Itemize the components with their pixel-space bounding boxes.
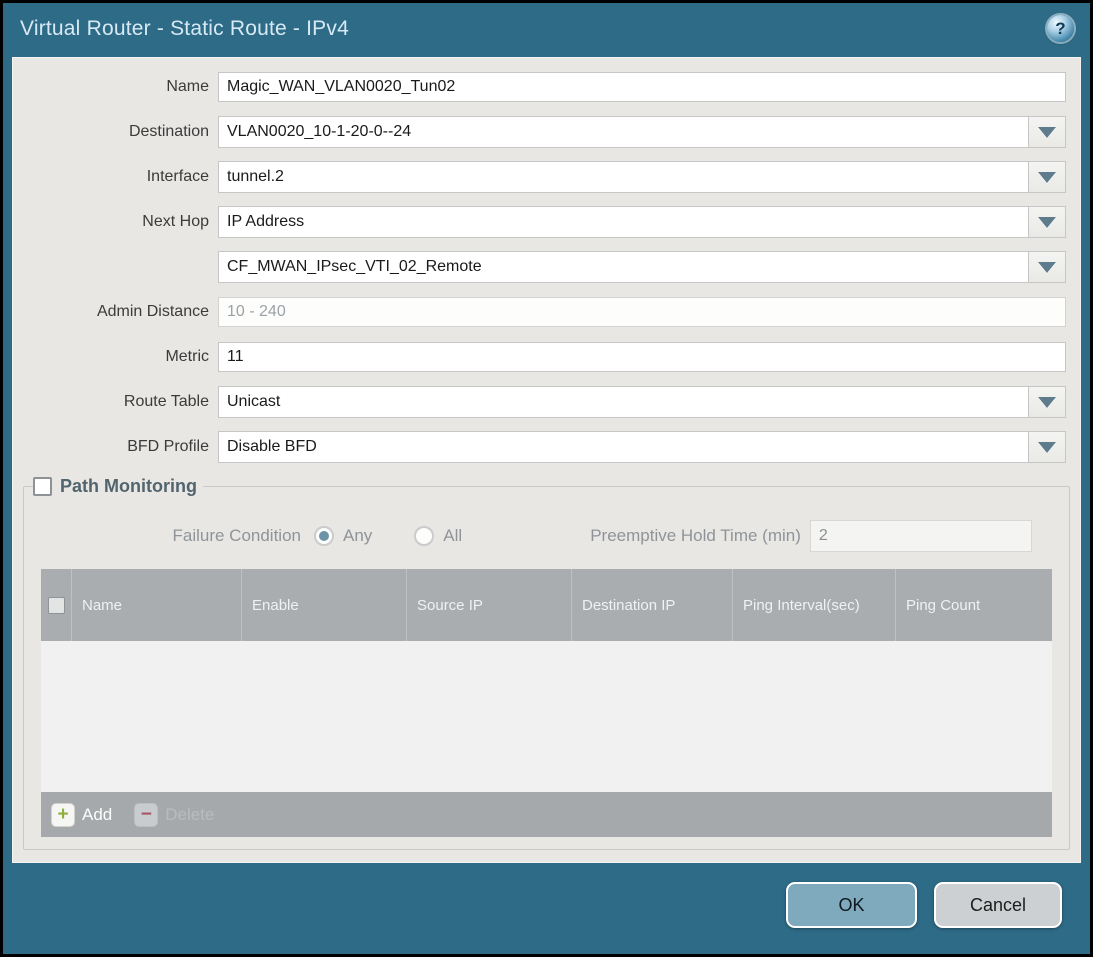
delete-button-label: Delete — [165, 805, 214, 825]
destination-dropdown-button[interactable] — [1029, 116, 1066, 148]
failure-condition-row: Failure Condition Any All Preemptive Hol… — [33, 519, 1060, 553]
path-monitoring-table: Name Enable Source IP Destination IP Pin… — [41, 569, 1052, 837]
path-monitoring-checkbox[interactable] — [33, 477, 52, 496]
bfd-profile-value[interactable]: Disable BFD — [218, 431, 1029, 463]
next-hop-type-value[interactable]: IP Address — [218, 206, 1029, 238]
chevron-down-icon — [1038, 262, 1056, 273]
interface-dropdown-button[interactable] — [1029, 161, 1066, 193]
next-hop-address-dropdown-button[interactable] — [1029, 251, 1066, 283]
destination-row: Destination VLAN0020_10-1-20-0--24 — [13, 116, 1066, 148]
next-hop-type-select[interactable]: IP Address — [218, 206, 1066, 238]
chevron-down-icon — [1038, 127, 1056, 138]
path-monitoring-section: Path Monitoring Failure Condition Any Al… — [23, 476, 1070, 850]
admin-distance-row: Admin Distance — [13, 296, 1066, 328]
add-button[interactable]: + Add — [51, 803, 112, 827]
destination-select[interactable]: VLAN0020_10-1-20-0--24 — [218, 116, 1066, 148]
failure-condition-label: Failure Condition — [33, 526, 301, 546]
failure-condition-all-radio[interactable] — [414, 526, 434, 546]
failure-condition-any-radio[interactable] — [314, 526, 334, 546]
route-table-label: Route Table — [13, 393, 218, 411]
table-toolbar: + Add − Delete — [41, 792, 1052, 837]
bfd-profile-row: BFD Profile Disable BFD — [13, 431, 1066, 463]
table-header: Name Enable Source IP Destination IP Pin… — [41, 569, 1052, 641]
help-icon[interactable]: ? — [1047, 15, 1074, 42]
chevron-down-icon — [1038, 442, 1056, 453]
column-header-source-ip[interactable]: Source IP — [406, 569, 571, 641]
add-button-label: Add — [82, 805, 112, 825]
interface-label: Interface — [13, 168, 218, 186]
next-hop-type-dropdown-button[interactable] — [1029, 206, 1066, 238]
column-header-destination-ip[interactable]: Destination IP — [571, 569, 732, 641]
metric-label: Metric — [13, 348, 218, 366]
route-table-value[interactable]: Unicast — [218, 386, 1029, 418]
destination-value[interactable]: VLAN0020_10-1-20-0--24 — [218, 116, 1029, 148]
admin-distance-label: Admin Distance — [13, 303, 218, 321]
table-body-empty — [41, 641, 1052, 792]
ok-button[interactable]: OK — [786, 882, 917, 928]
chevron-down-icon — [1038, 397, 1056, 408]
add-plus-icon: + — [51, 803, 75, 827]
next-hop-address-select[interactable]: CF_MWAN_IPsec_VTI_02_Remote — [218, 251, 1066, 283]
delete-minus-icon: − — [134, 803, 158, 827]
route-table-dropdown-button[interactable] — [1029, 386, 1066, 418]
column-header-ping-interval[interactable]: Ping Interval(sec) — [732, 569, 895, 641]
select-all-cell — [41, 569, 71, 641]
name-label: Name — [13, 78, 218, 96]
chevron-down-icon — [1038, 172, 1056, 183]
destination-label: Destination — [13, 123, 218, 141]
admin-distance-input[interactable] — [218, 297, 1066, 327]
select-all-checkbox[interactable] — [48, 597, 65, 614]
cancel-button[interactable]: Cancel — [934, 882, 1062, 928]
column-header-name[interactable]: Name — [71, 569, 241, 641]
next-hop-address-value[interactable]: CF_MWAN_IPsec_VTI_02_Remote — [218, 251, 1029, 283]
next-hop-row: Next Hop IP Address — [13, 206, 1066, 238]
form-panel: Name Destination VLAN0020_10-1-20-0--24 … — [12, 57, 1081, 863]
failure-condition-any-label: Any — [343, 526, 372, 546]
path-monitoring-legend: Path Monitoring — [33, 476, 203, 497]
route-table-row: Route Table Unicast — [13, 386, 1066, 418]
metric-input[interactable] — [218, 342, 1066, 372]
preemptive-hold-time-input[interactable] — [810, 520, 1032, 552]
next-hop-label: Next Hop — [13, 213, 218, 231]
dialog-footer: OK Cancel — [3, 866, 1090, 954]
path-monitoring-label: Path Monitoring — [60, 476, 197, 497]
failure-condition-all-label: All — [443, 526, 462, 546]
delete-button[interactable]: − Delete — [134, 803, 214, 827]
dialog-window: Virtual Router - Static Route - IPv4 ? N… — [3, 3, 1090, 954]
preemptive-hold-time-label: Preemptive Hold Time (min) — [590, 526, 801, 546]
metric-row: Metric — [13, 341, 1066, 373]
name-input[interactable] — [218, 72, 1066, 102]
interface-row: Interface tunnel.2 — [13, 161, 1066, 193]
bfd-profile-select[interactable]: Disable BFD — [218, 431, 1066, 463]
column-header-ping-count[interactable]: Ping Count — [895, 569, 1052, 641]
chevron-down-icon — [1038, 217, 1056, 228]
column-header-enable[interactable]: Enable — [241, 569, 406, 641]
route-table-select[interactable]: Unicast — [218, 386, 1066, 418]
name-row: Name — [13, 71, 1066, 103]
next-hop-address-row: CF_MWAN_IPsec_VTI_02_Remote — [13, 251, 1066, 283]
bfd-profile-dropdown-button[interactable] — [1029, 431, 1066, 463]
interface-value[interactable]: tunnel.2 — [218, 161, 1029, 193]
radio-dot — [319, 531, 329, 541]
bfd-profile-label: BFD Profile — [13, 438, 218, 456]
interface-select[interactable]: tunnel.2 — [218, 161, 1066, 193]
dialog-title: Virtual Router - Static Route - IPv4 — [3, 17, 349, 41]
titlebar: Virtual Router - Static Route - IPv4 ? — [3, 3, 1090, 55]
